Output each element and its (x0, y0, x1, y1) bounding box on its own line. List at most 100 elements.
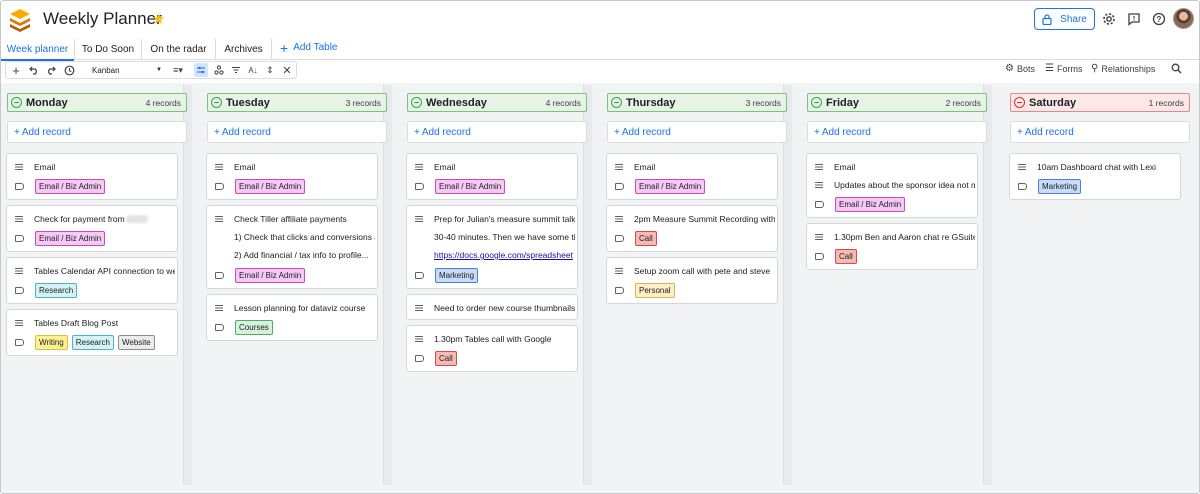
tab-week-planner[interactable]: Week planner (1, 39, 74, 61)
record-card[interactable]: Need to order new course thumbnails (406, 294, 578, 320)
record-card[interactable]: 2pm Measure Summit Recording with Call (606, 205, 778, 252)
add-record-button[interactable]: + Add record (607, 121, 787, 143)
forms-button[interactable]: ☰ Forms (1045, 63, 1082, 74)
add-record-button[interactable]: + Add record (207, 121, 387, 143)
add-icon[interactable]: + (9, 63, 23, 78)
text-field-icon (615, 268, 623, 274)
column-header[interactable]: Saturday 1 records (1010, 93, 1190, 112)
tag-icon (215, 324, 224, 331)
view-toolbar: + Kanban ▼ ≡▾ A↓ ⇕ ✕ (5, 61, 297, 79)
collapse-icon[interactable] (211, 97, 222, 108)
tag-icon (215, 272, 224, 279)
record-card[interactable]: Email Email / Biz Admin (606, 153, 778, 200)
filter-icon[interactable] (229, 63, 243, 77)
text-field-icon (815, 164, 823, 170)
collapse-icon[interactable] (1014, 97, 1025, 108)
undo-icon[interactable] (27, 63, 41, 77)
column-header[interactable]: Thursday 3 records (607, 93, 787, 112)
plus-icon: + (214, 126, 220, 138)
card-text: 2pm Measure Summit Recording with (634, 214, 775, 224)
collapse-icon[interactable] (611, 97, 622, 108)
record-card[interactable]: Email Email / Biz Admin (206, 153, 378, 200)
card-text: Tables Calendar API connection to we (34, 266, 175, 276)
tag-icon (415, 272, 424, 279)
add-record-button[interactable]: + Add record (1010, 121, 1190, 143)
record-card[interactable]: Lesson planning for dataviz course Cours… (206, 294, 378, 341)
column-scrollbar[interactable] (383, 85, 392, 485)
text-field-icon (15, 320, 23, 326)
card-text: Email (234, 162, 256, 172)
user-avatar[interactable] (1173, 8, 1194, 29)
add-record-button[interactable]: + Add record (7, 121, 187, 143)
record-card[interactable]: Setup zoom call with pete and steve Pers… (606, 257, 778, 304)
card-text: Need to order new course thumbnails (434, 303, 575, 313)
share-button[interactable]: Share (1034, 8, 1095, 30)
tab-to-do-soon[interactable]: To Do Soon (74, 39, 141, 60)
filter-sliders-icon[interactable] (194, 63, 208, 77)
record-card[interactable]: Check Tiller affiliate payments 1) Check… (206, 205, 378, 289)
record-card[interactable]: Check for payment from Email / Biz Admin (6, 205, 178, 252)
record-count: 3 records (745, 97, 781, 108)
expand-collapse-icon[interactable]: ⇕ (263, 63, 277, 77)
sort-az-icon[interactable]: A↓ (246, 63, 260, 77)
column-header[interactable]: Monday 4 records (7, 93, 187, 112)
density-menu-icon[interactable]: ≡▾ (169, 63, 187, 77)
card-link[interactable]: https://docs.google.com/spreadsheet (434, 250, 573, 260)
record-card[interactable]: Tables Draft Blog Post Writing Research We… (6, 309, 178, 356)
tab-archives[interactable]: Archives (215, 39, 272, 60)
column-scrollbar[interactable] (583, 85, 592, 485)
record-card[interactable]: 10am Dashboard chat with Lexi Marketing (1009, 153, 1181, 200)
bots-button[interactable]: ⚙ Bots (1005, 63, 1035, 74)
record-card[interactable]: Email Email / Biz Admin (6, 153, 178, 200)
record-card[interactable]: 1.30pm Tables call with Google Call (406, 325, 578, 372)
settings-gear-icon[interactable] (1100, 10, 1118, 28)
comments-icon[interactable] (1125, 10, 1143, 28)
relationships-button[interactable]: ⚲ Relationships (1091, 63, 1155, 74)
view-select-value: Kanban (92, 65, 120, 75)
lock-icon (1042, 13, 1052, 25)
text-field-icon (415, 305, 423, 311)
card-text: 10am Dashboard chat with Lexi (1037, 162, 1157, 172)
add-table-button[interactable]: + Add Table (280, 41, 337, 55)
collapse-icon[interactable] (411, 97, 422, 108)
favorite-star-icon[interactable]: ★ (152, 10, 165, 28)
column-header[interactable]: Tuesday 3 records (207, 93, 387, 112)
collapse-icon[interactable] (811, 97, 822, 108)
add-record-button[interactable]: + Add record (407, 121, 587, 143)
column-thursday: Thursday 3 records + Add record Email Ema… (602, 83, 792, 493)
tag-chip: Email / Biz Admin (435, 179, 506, 194)
collapse-icon[interactable] (11, 97, 22, 108)
column-scrollbar[interactable] (783, 85, 792, 485)
record-card[interactable]: Prep for Julian's measure summit talk 30… (406, 205, 578, 289)
record-card[interactable]: 1.30pm Ben and Aaron chat re GSuite Call (806, 223, 978, 270)
tag-chip: Email / Biz Admin (635, 179, 706, 194)
record-card[interactable]: Email Updates about the sponsor idea not… (806, 153, 978, 218)
record-card[interactable]: Email Email / Biz Admin (406, 153, 578, 200)
column-friday: Friday 2 records + Add record Email Updat… (802, 83, 992, 493)
search-icon[interactable] (1171, 63, 1182, 74)
column-tuesday: Tuesday 3 records + Add record Email Emai… (202, 83, 392, 493)
add-record-button[interactable]: + Add record (807, 121, 987, 143)
tag-chip: Email / Biz Admin (35, 179, 106, 194)
text-field-icon (815, 234, 823, 240)
help-icon[interactable]: ? (1150, 10, 1168, 28)
redo-icon[interactable] (44, 63, 58, 77)
tag-chip: Personal (635, 283, 675, 298)
card-text: Email (634, 162, 656, 172)
group-by-icon[interactable] (212, 63, 226, 77)
record-card[interactable]: Tables Calendar API connection to we Res… (6, 257, 178, 304)
column-header[interactable]: Wednesday 4 records (407, 93, 587, 112)
view-select[interactable]: Kanban ▼ (90, 63, 164, 77)
text-field-icon (215, 305, 223, 311)
tab-on-the-radar[interactable]: On the radar (141, 39, 215, 60)
column-scrollbar[interactable] (983, 85, 992, 485)
column-scrollbar[interactable] (183, 85, 192, 485)
text-field-icon (15, 216, 23, 222)
column-header[interactable]: Friday 2 records (807, 93, 987, 112)
card-text: Prep for Julian's measure summit talk (434, 214, 575, 224)
tag-chip: Marketing (435, 268, 479, 283)
plus-icon: + (614, 126, 620, 138)
history-icon[interactable] (62, 63, 76, 77)
close-icon[interactable]: ✕ (280, 63, 294, 77)
card-text: Check Tiller affiliate payments (234, 214, 347, 224)
